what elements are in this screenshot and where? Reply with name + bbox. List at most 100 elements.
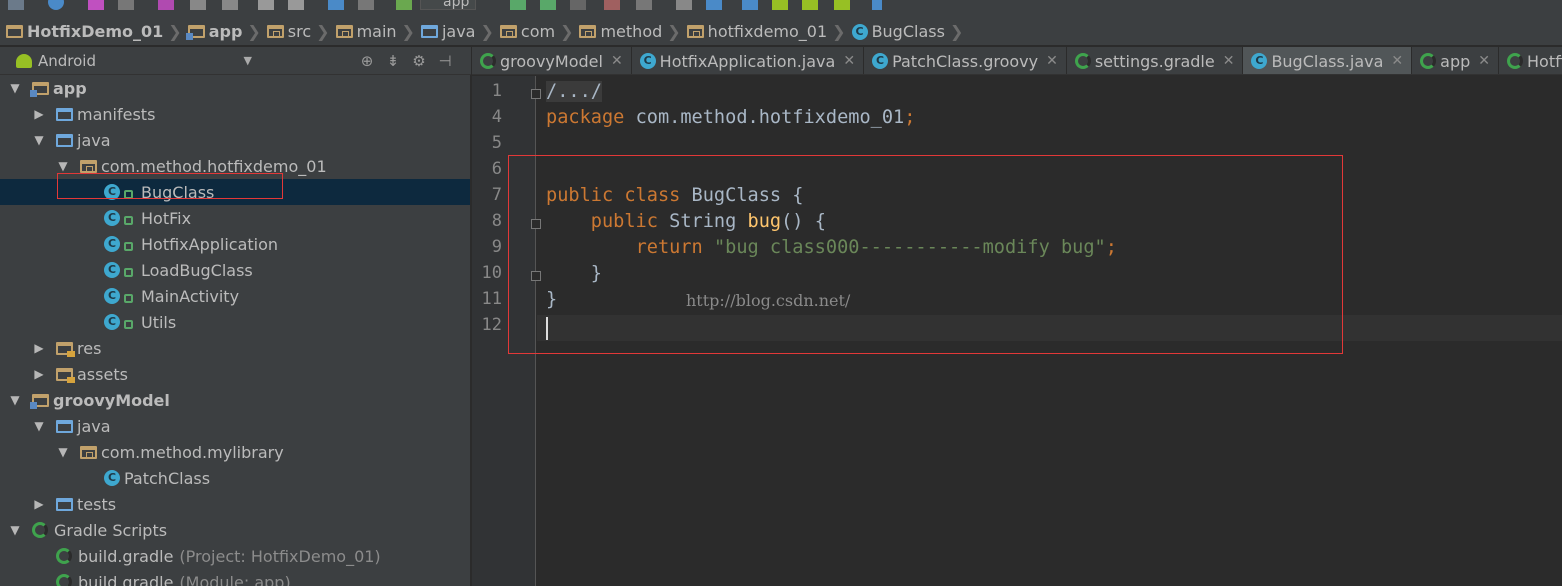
class-icon: C [104, 470, 120, 486]
line-number: 9 [491, 237, 502, 257]
sdk-download-icon[interactable] [742, 0, 758, 10]
editor-tab[interactable]: C HotfixApplication.java ✕ [632, 47, 865, 74]
tree-item[interactable]: build.gradle (Module: app) [0, 569, 470, 586]
tree-item[interactable]: C MainActivity [0, 283, 470, 309]
tree-item[interactable]: ▶ tests [0, 491, 470, 517]
cut-icon[interactable] [158, 0, 174, 10]
tree-item[interactable]: C HotFix [0, 205, 470, 231]
gear-icon[interactable]: ⚙ [406, 52, 432, 70]
tree-item[interactable]: ▶ manifests [0, 101, 470, 127]
expand-arrow-icon[interactable]: ▼ [8, 81, 22, 95]
class-icon: C [639, 53, 656, 69]
sync-icon[interactable] [48, 0, 64, 10]
tree-item[interactable]: ▶ assets [0, 361, 470, 387]
stop-icon[interactable] [636, 0, 652, 10]
class-icon: C [104, 210, 120, 226]
tree-item[interactable]: ▼ Gradle Scripts [0, 517, 470, 543]
close-icon[interactable]: ✕ [1223, 53, 1235, 69]
expand-arrow-icon[interactable]: ▼ [56, 445, 70, 459]
code-line: public class BugClass { [546, 185, 803, 206]
editor-tab[interactable]: HotfixDe [1499, 47, 1562, 74]
project-panel-header: Android ▼ ⊕ ⇟ ⚙ ⊣ [0, 47, 471, 75]
line-number: 7 [491, 185, 502, 205]
attach-debugger-icon[interactable] [604, 0, 620, 10]
collapse-arrow-icon[interactable]: ▶ [32, 367, 46, 381]
tree-item[interactable]: ▼ com.method.mylibrary [0, 439, 470, 465]
copy-icon[interactable] [190, 0, 206, 10]
collapse-arrow-icon[interactable]: ▶ [32, 107, 46, 121]
breadcrumb-hotfixdemo[interactable]: hotfixdemo_01 ❯ [681, 18, 846, 46]
make-icon[interactable] [396, 0, 412, 10]
back-icon[interactable] [328, 0, 344, 10]
tree-item-label: HotfixApplication [141, 234, 279, 254]
breadcrumb-method[interactable]: method ❯ [573, 18, 681, 46]
close-icon[interactable]: ✕ [611, 53, 623, 69]
code-line: public String bug() { [546, 211, 826, 232]
tree-item[interactable]: ▶ res [0, 335, 470, 361]
save-icon[interactable] [8, 0, 24, 10]
debug-icon[interactable] [540, 0, 556, 10]
editor-tab[interactable]: settings.gradle ✕ [1067, 47, 1244, 74]
help-icon[interactable] [872, 0, 882, 10]
gradle-sync-icon[interactable] [676, 0, 692, 10]
breadcrumb-java[interactable]: java ❯ [415, 18, 494, 46]
expand-arrow-icon[interactable]: ▼ [32, 133, 46, 147]
breadcrumb-project[interactable]: HotfixDemo_01 ❯ [0, 18, 182, 46]
tree-item[interactable]: C PatchClass [0, 465, 470, 491]
find-icon[interactable] [258, 0, 274, 10]
editor-tab[interactable]: groovyModel ✕ [472, 47, 632, 74]
hide-panel-icon[interactable]: ⊣ [432, 52, 458, 70]
run-config-select[interactable]: app [420, 0, 477, 10]
tree-item[interactable]: ▼ java [0, 127, 470, 153]
sdk-manager-icon[interactable] [802, 0, 818, 10]
tree-item-label: java [77, 416, 111, 436]
run-icon[interactable] [510, 0, 526, 10]
project-view-selector[interactable]: Android ▼ [16, 52, 262, 70]
close-icon[interactable]: ✕ [1478, 53, 1490, 69]
tree-item[interactable]: build.gradle (Project: HotfixDemo_01) [0, 543, 470, 569]
collapse-all-icon[interactable]: ⇟ [380, 52, 406, 70]
android-monitor-icon[interactable] [834, 0, 850, 10]
tree-item-note: (Project: HotfixDemo_01) [179, 546, 381, 566]
avd-manager-icon[interactable] [772, 0, 788, 10]
breadcrumb-app[interactable]: app ❯ [182, 18, 261, 46]
editor-tab[interactable]: C BugClass.java ✕ [1243, 47, 1413, 74]
expand-arrow-icon[interactable]: ▼ [56, 159, 70, 173]
forward-icon[interactable] [358, 0, 374, 10]
tree-item[interactable]: ▼ java [0, 413, 470, 439]
scroll-from-source-icon[interactable]: ⊕ [354, 52, 380, 70]
redo-icon[interactable] [118, 0, 134, 10]
source-folder-icon [56, 107, 73, 121]
breadcrumb-bugclass[interactable]: C BugClass ❯ [846, 18, 963, 46]
editor-tab[interactable]: app ✕ [1412, 47, 1500, 74]
fold-marker-icon[interactable] [531, 219, 541, 229]
coverage-icon[interactable] [570, 0, 586, 10]
tree-item[interactable]: C HotfixApplication [0, 231, 470, 257]
close-icon[interactable]: ✕ [1391, 53, 1403, 69]
collapse-arrow-icon[interactable]: ▶ [32, 341, 46, 355]
close-icon[interactable]: ✕ [1046, 53, 1058, 69]
close-icon[interactable]: ✕ [843, 53, 855, 69]
fold-marker-icon[interactable] [531, 271, 541, 281]
fold-marker-icon[interactable] [531, 89, 541, 99]
breadcrumb-src[interactable]: src ❯ [261, 18, 330, 46]
breadcrumb-com[interactable]: com ❯ [494, 18, 573, 46]
undo-icon[interactable] [88, 0, 104, 10]
expand-arrow-icon[interactable]: ▼ [8, 523, 22, 537]
breadcrumb-main[interactable]: main ❯ [330, 18, 415, 46]
code-editor[interactable]: 1 4 5 6 7 8 9 10 11 12 http://blog.csdn.net/ /...… [472, 76, 1562, 586]
collapse-arrow-icon[interactable]: ▶ [32, 497, 46, 511]
tree-item[interactable]: ▼ groovyModel [0, 387, 470, 413]
replace-icon[interactable] [288, 0, 304, 10]
structure-icon[interactable] [706, 0, 722, 10]
editor-tab[interactable]: C PatchClass.groovy ✕ [864, 47, 1067, 74]
line-number: 12 [481, 315, 502, 335]
paste-icon[interactable] [222, 0, 238, 10]
tree-item-label: assets [77, 364, 128, 384]
expand-arrow-icon[interactable]: ▼ [8, 393, 22, 407]
tree-item[interactable]: C LoadBugClass [0, 257, 470, 283]
tree-item-label: Gradle Scripts [54, 520, 168, 540]
tree-item[interactable]: ▼ app [0, 75, 470, 101]
expand-arrow-icon[interactable]: ▼ [32, 419, 46, 433]
tree-item[interactable]: C Utils [0, 309, 470, 335]
